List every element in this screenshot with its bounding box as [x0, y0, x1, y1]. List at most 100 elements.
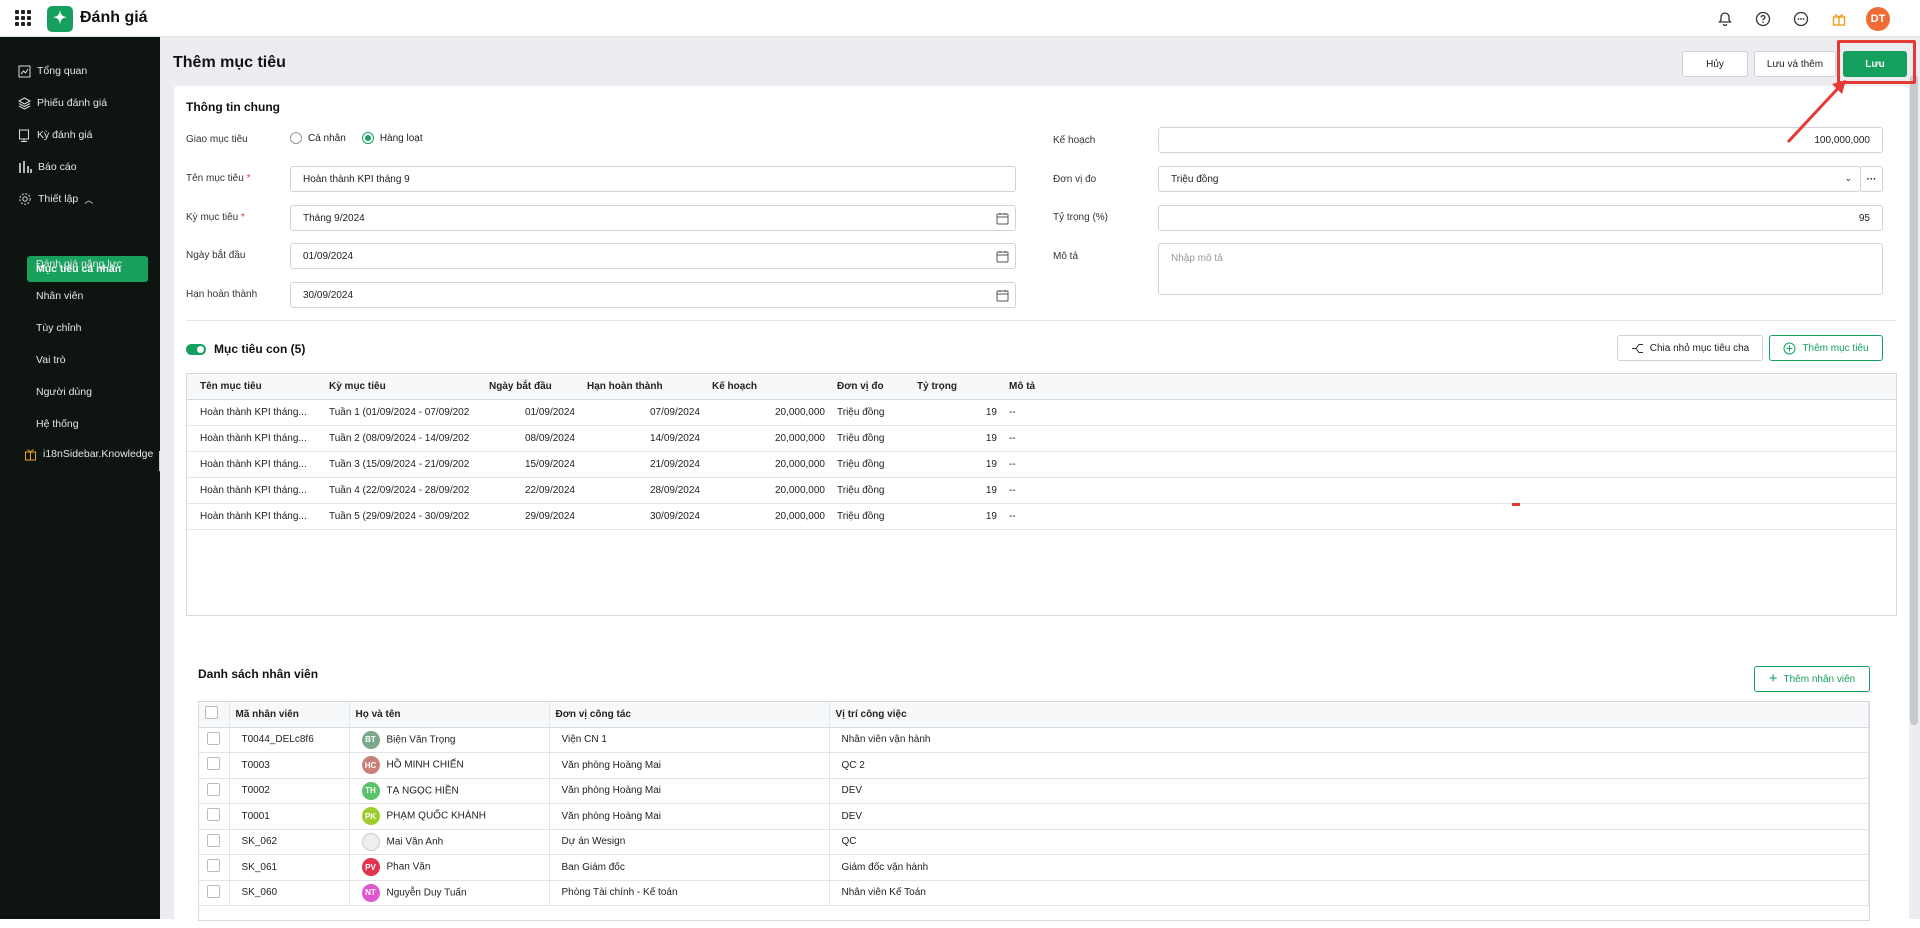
row-checkbox[interactable] — [207, 884, 221, 898]
row-checkbox[interactable] — [207, 833, 221, 847]
employees-card: Danh sách nhân viên + Thêm nhân viên Mã … — [174, 638, 1909, 928]
row-checkbox[interactable] — [207, 757, 221, 771]
avatar: NT — [361, 883, 380, 902]
bell-icon[interactable] — [1714, 8, 1736, 30]
cell: Dự án Wesign — [549, 829, 830, 855]
table-row[interactable]: T0003 HC HỒ MINH CHIẾN Văn phòng Hoàng Mai Q… — [199, 752, 1869, 779]
sidebar-sub-employees[interactable]: Nhân viên — [36, 290, 83, 302]
cell: -- — [1003, 477, 1896, 504]
col-plan[interactable]: Kế hoạch — [706, 374, 831, 400]
app-grid-icon[interactable] — [15, 10, 31, 26]
radio-bulk[interactable] — [361, 132, 374, 144]
sidebar-sub-competency[interactable]: Đánh giá năng lực — [36, 258, 122, 270]
sidebar-item-settings[interactable]: Thiết lập ︿ — [18, 189, 93, 209]
vertical-scrollbar[interactable] — [1910, 75, 1918, 725]
period-label: Kỳ mục tiêu * — [186, 212, 245, 223]
split-icon — [1631, 343, 1643, 353]
unit-label: Đơn vị đo — [1053, 174, 1097, 185]
col-due[interactable]: Hạn hoàn thành — [581, 374, 706, 400]
table-row[interactable]: Hoàn thành KPI tháng... Tuần 4 (22/09/202… — [187, 477, 1896, 504]
sidebar-item-label: Thiết lập — [38, 193, 79, 205]
help-icon[interactable] — [1752, 8, 1774, 30]
row-checkbox[interactable] — [207, 782, 221, 796]
table-row[interactable]: SK_062 Mai Văn Anh Dự án Wesign QC — [199, 829, 1869, 855]
cell: Văn phòng Hoàng Mai — [549, 752, 830, 779]
col-weight[interactable]: Tỷ trọng — [911, 374, 1003, 400]
sidebar-item-overview[interactable]: Tổng quan — [18, 61, 87, 81]
add-employee-button[interactable]: + Thêm nhân viên — [1754, 666, 1870, 692]
add-subgoal-label: Thêm mục tiêu — [1802, 342, 1869, 354]
sidebar-sub-roles[interactable]: Vai trò — [36, 354, 66, 366]
sidebar-item-forms[interactable]: Phiếu đánh giá — [18, 93, 107, 113]
row-checkbox[interactable] — [207, 808, 221, 822]
gift-icon[interactable] — [1828, 8, 1850, 30]
sidebar-item-knowledge[interactable]: i18nSidebar.Knowledge — [24, 444, 153, 464]
table-row[interactable]: SK_060 NT Nguyễn Duy Tuấn Phòng Tài chính -… — [199, 880, 1869, 906]
cancel-button[interactable]: Hủy — [1682, 51, 1748, 77]
table-row[interactable]: T0044_DELc8f6 BT Biện Văn Trọng Viện CN 1 Nh… — [199, 727, 1869, 753]
cell: 21/09/2024 — [581, 451, 706, 478]
col-description[interactable]: Mô tả — [1003, 374, 1896, 400]
calendar-icon[interactable] — [996, 250, 1009, 263]
sidebar-item-reports[interactable]: Báo cáo — [18, 157, 77, 177]
col-start[interactable]: Ngày bắt đầu — [483, 374, 581, 400]
table-row[interactable]: T0001 PK PHẠM QUỐC KHÁNH Văn phòng Hoàng Ma… — [199, 803, 1869, 830]
cell: Tuần 5 (29/09/2024 - 30/09/202 — [323, 503, 483, 530]
table-row[interactable]: Hoàn thành KPI tháng... Tuần 5 (29/09/202… — [187, 503, 1896, 530]
table-row[interactable]: Hoàn thành KPI tháng... Tuần 2 (08/09/202… — [187, 425, 1896, 452]
cell: Nhân viên vận hành — [829, 727, 1869, 753]
cell: T0003 — [229, 752, 350, 779]
start-date-input[interactable]: 01/09/2024 — [290, 243, 1016, 269]
radio-individual-label: Cá nhân — [308, 132, 346, 144]
col-full-name[interactable]: Họ và tên — [349, 702, 550, 728]
table-row[interactable]: T0002 TH TẠ NGỌC HIỀN Văn phòng Hoàng Mai DE… — [199, 778, 1869, 804]
col-unit[interactable]: Đơn vị công tác — [549, 702, 830, 728]
avatar: TH — [361, 781, 380, 800]
table-row[interactable]: Hoàn thành KPI tháng... Tuần 3 (15/09/202… — [187, 451, 1896, 478]
goal-name-input[interactable]: Hoàn thành KPI tháng 9 — [290, 166, 1016, 192]
user-avatar[interactable]: DT — [1866, 7, 1890, 31]
main-content: Thêm mục tiêu Hủy Lưu và thêm Lưu Thông … — [160, 37, 1920, 928]
col-position[interactable]: Vị trí công việc — [829, 702, 1869, 728]
goal-period-input[interactable]: Tháng 9/2024 — [290, 205, 1016, 231]
col-employee-id[interactable]: Mã nhân viên — [229, 702, 350, 728]
calendar-icon[interactable] — [996, 212, 1009, 225]
description-textarea[interactable]: Nhập mô tả — [1158, 243, 1883, 295]
radio-individual[interactable] — [290, 132, 302, 144]
cell: Hoàn thành KPI tháng... — [187, 477, 323, 504]
table-header-row: Mã nhân viên Họ và tên Đơn vị công tác V… — [199, 702, 1869, 728]
cell: Triệu đồng — [831, 399, 911, 426]
calendar-icon[interactable] — [996, 289, 1009, 302]
col-unit[interactable]: Đơn vị đo — [831, 374, 911, 400]
split-parent-goal-button[interactable]: Chia nhỏ mục tiêu cha — [1617, 335, 1763, 361]
subgoals-toggle[interactable] — [186, 344, 206, 355]
chat-icon[interactable] — [1790, 8, 1812, 30]
due-date-value: 30/09/2024 — [303, 289, 354, 301]
sidebar-sub-system[interactable]: Hệ thống — [36, 418, 79, 430]
plan-input[interactable]: 100,000,000 — [1158, 127, 1883, 153]
due-date-input[interactable]: 30/09/2024 — [290, 282, 1016, 308]
col-period[interactable]: Kỳ mục tiêu — [323, 374, 483, 400]
more-options-button[interactable]: ··· — [1860, 166, 1883, 192]
add-subgoal-button[interactable]: Thêm mục tiêu — [1769, 335, 1883, 361]
sidebar-item-periods[interactable]: Kỳ đánh giá — [18, 125, 92, 145]
select-all-checkbox[interactable] — [205, 706, 218, 720]
weight-input[interactable]: 95 — [1158, 205, 1883, 231]
table-row[interactable]: Hoàn thành KPI tháng... Tuần 1 (01/09/202… — [187, 399, 1896, 426]
cell: 01/09/2024 — [483, 399, 581, 426]
bar-chart-icon — [19, 161, 32, 173]
sidebar-item-label: Phiếu đánh giá — [37, 97, 108, 109]
row-checkbox[interactable] — [207, 859, 221, 873]
cell: BT Biện Văn Trọng — [349, 727, 550, 753]
sidebar-sub-customize[interactable]: Tùy chỉnh — [36, 322, 82, 334]
unit-select[interactable]: Triệu đồng ⌄ — [1158, 166, 1861, 192]
cell: 20,000,000 — [706, 451, 831, 478]
goal-period-value: Tháng 9/2024 — [303, 212, 365, 224]
sidebar-sub-users[interactable]: Người dùng — [36, 386, 92, 398]
table-row[interactable]: SK_061 PV Phan Văn Ban Giám đốc Giám đốc vận… — [199, 854, 1869, 881]
cell: 19 — [911, 425, 1003, 452]
cell: Tuần 1 (01/09/2024 - 07/09/202 — [323, 399, 483, 426]
row-checkbox[interactable] — [207, 731, 221, 745]
col-goal-name[interactable]: Tên mục tiêu — [187, 374, 323, 400]
cell: 15/09/2024 — [483, 451, 581, 478]
